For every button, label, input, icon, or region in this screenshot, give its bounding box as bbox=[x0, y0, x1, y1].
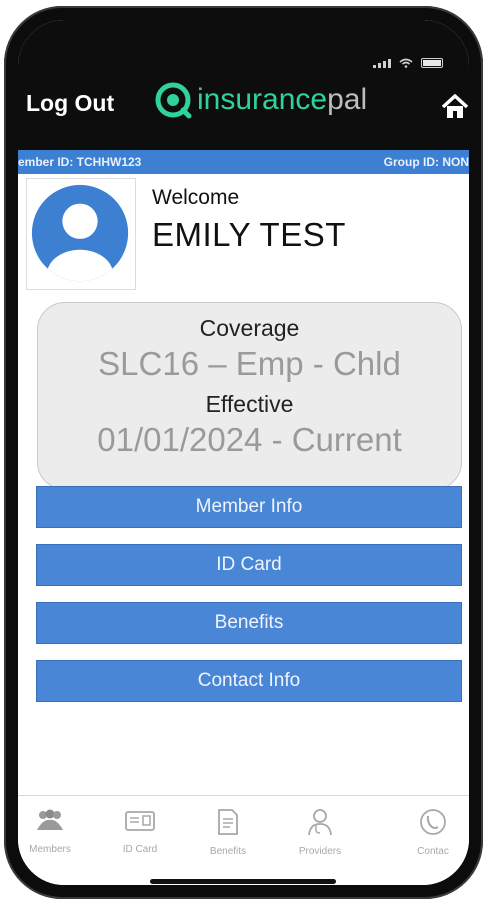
provider-icon bbox=[308, 809, 332, 836]
user-avatar-icon bbox=[31, 184, 129, 282]
home-icon[interactable] bbox=[441, 94, 469, 120]
app-screen: Log Out insurancepal ember ID: TCHHW123 … bbox=[18, 20, 469, 885]
effective-value: 01/01/2024 - Current bbox=[97, 421, 402, 458]
tab-contact-label: Contac bbox=[417, 846, 449, 857]
coverage-card: Coverage SLC16 – Emp - Chld Effective 01… bbox=[37, 302, 462, 490]
document-icon bbox=[218, 809, 238, 835]
wifi-icon bbox=[399, 58, 413, 68]
phone-icon bbox=[420, 809, 446, 835]
logo-text: insurancepal bbox=[197, 83, 368, 116]
app-logo: insurancepal bbox=[153, 80, 367, 120]
id-bar: ember ID: TCHHW123 Group ID: NON bbox=[18, 150, 469, 174]
coverage-value: SLC16 – Emp - Chld bbox=[98, 345, 401, 382]
contact-info-button[interactable]: Contact Info bbox=[36, 660, 462, 702]
home-indicator bbox=[150, 879, 336, 884]
header-bar: Log Out insurancepal bbox=[18, 20, 469, 150]
logout-button[interactable]: Log Out bbox=[26, 90, 114, 117]
avatar bbox=[26, 178, 136, 290]
group-id: Group ID: NON bbox=[383, 155, 469, 169]
tab-id-card-label: ID Card bbox=[122, 844, 158, 855]
id-card-button[interactable]: ID Card bbox=[36, 544, 462, 586]
member-id: ember ID: TCHHW123 bbox=[18, 155, 142, 169]
tab-members-label: Members bbox=[29, 844, 71, 855]
id-card-icon bbox=[125, 811, 155, 831]
tab-benefits[interactable]: Benefits bbox=[188, 808, 268, 857]
logo-mark-icon bbox=[155, 82, 192, 119]
signal-icon bbox=[373, 58, 391, 68]
tab-providers[interactable]: Providers bbox=[280, 808, 360, 857]
tab-benefits-label: Benefits bbox=[209, 846, 247, 857]
members-icon bbox=[37, 809, 63, 830]
tab-providers-label: Providers bbox=[298, 846, 342, 857]
battery-icon bbox=[421, 58, 443, 68]
status-bar bbox=[373, 58, 443, 68]
tab-id-card[interactable]: ID Card bbox=[100, 808, 180, 855]
phone-frame: Log Out insurancepal ember ID: TCHHW123 … bbox=[4, 6, 483, 899]
tab-members[interactable]: Members bbox=[18, 808, 90, 855]
tab-contact[interactable]: Contac bbox=[393, 808, 469, 857]
welcome-label: Welcome bbox=[152, 186, 240, 209]
effective-label: Effective bbox=[205, 391, 294, 417]
coverage-label: Coverage bbox=[199, 315, 300, 341]
member-name: EMILY TEST bbox=[152, 216, 346, 253]
member-info-button[interactable]: Member Info bbox=[36, 486, 462, 528]
tab-bar: Members ID Card Benefits Providers Conta… bbox=[18, 795, 469, 885]
benefits-button[interactable]: Benefits bbox=[36, 602, 462, 644]
